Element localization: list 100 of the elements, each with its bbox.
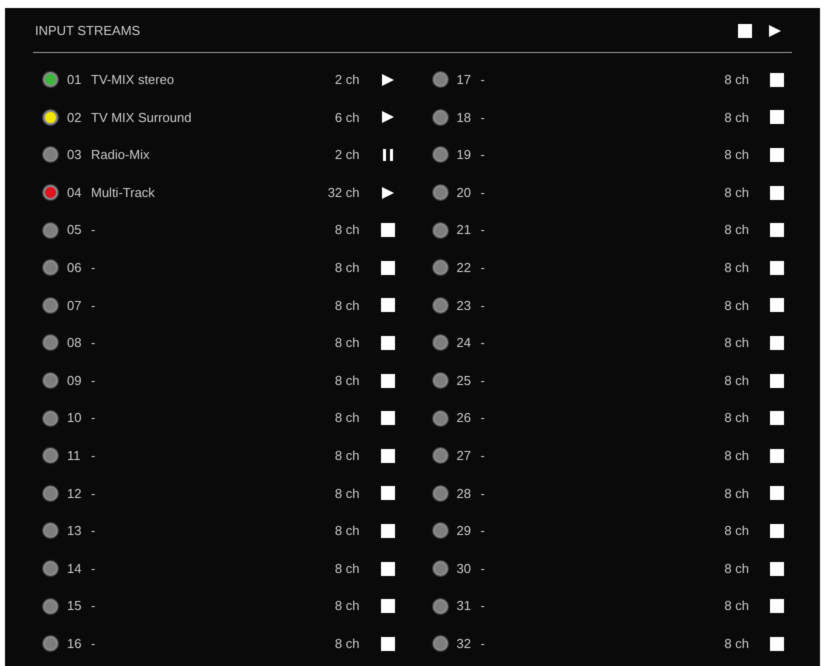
- channel-count: 6 ch: [334, 108, 360, 127]
- panel-title: INPUT STREAMS: [35, 22, 140, 40]
- channel-count: 8 ch: [724, 597, 749, 616]
- channel-count: 2 ch: [334, 71, 360, 90]
- channel-count: 8 ch: [724, 634, 749, 653]
- channel-count: 8 ch: [724, 560, 749, 578]
- stream-number: 01: [67, 71, 82, 90]
- stream-name: -: [91, 259, 96, 278]
- stream-name: -: [480, 184, 485, 202]
- stop-icon[interactable]: [770, 486, 784, 500]
- stop-icon[interactable]: [380, 411, 394, 426]
- stop-icon[interactable]: [770, 411, 784, 426]
- channel-count: 8 ch: [334, 334, 360, 352]
- stream-number: 22: [456, 259, 472, 278]
- channel-count: 8 ch: [724, 409, 749, 428]
- stop-icon[interactable]: [770, 374, 784, 388]
- stream-number: 19: [456, 146, 472, 164]
- stream-name: -: [480, 71, 485, 90]
- stream-number: 14: [67, 560, 82, 578]
- stop-icon[interactable]: [770, 186, 784, 200]
- stream-name: -: [91, 409, 96, 428]
- stop-icon[interactable]: [770, 524, 784, 538]
- stop-icon[interactable]: [380, 448, 394, 463]
- stream-number: 17: [456, 71, 472, 90]
- stop-icon[interactable]: [770, 336, 784, 350]
- stream-name: -: [480, 597, 485, 616]
- stop-icon[interactable]: [380, 336, 394, 350]
- stop-icon[interactable]: [770, 448, 784, 463]
- channel-count: 8 ch: [724, 108, 749, 127]
- stream-number: 29: [456, 522, 472, 540]
- stream-number: 08: [67, 334, 82, 352]
- stream-number: 28: [456, 484, 472, 503]
- stream-number: 05: [67, 221, 82, 240]
- stream-name: -: [480, 108, 485, 127]
- channel-count: 8 ch: [724, 296, 749, 315]
- stream-number: 30: [456, 560, 472, 578]
- stream-number: 12: [67, 484, 82, 503]
- stream-name: TV-MIX stereo: [91, 71, 174, 90]
- stream-name: -: [480, 446, 485, 465]
- channel-count: 8 ch: [334, 372, 360, 390]
- stream-number: 11: [67, 446, 82, 465]
- play-icon[interactable]: [380, 72, 394, 87]
- stop-icon[interactable]: [770, 298, 784, 312]
- channel-count: 8 ch: [724, 259, 749, 278]
- stream-number: 16: [67, 634, 82, 653]
- stream-number: 27: [456, 446, 472, 465]
- stream-name: -: [480, 372, 485, 390]
- stream-name: -: [480, 334, 485, 352]
- stream-name: Radio-Mix: [91, 146, 150, 164]
- stop-icon[interactable]: [380, 260, 394, 275]
- stream-number: 10: [67, 409, 82, 428]
- stream-number: 21: [456, 221, 472, 240]
- channel-count: 8 ch: [724, 71, 749, 90]
- stop-icon[interactable]: [380, 524, 394, 538]
- stream-name: -: [480, 259, 485, 278]
- stream-name: -: [480, 484, 485, 503]
- stream-name: -: [91, 334, 96, 352]
- stop-icon[interactable]: [380, 562, 394, 576]
- channel-count: 8 ch: [724, 146, 749, 164]
- stop-icon[interactable]: [770, 562, 784, 576]
- stream-name: -: [91, 634, 96, 653]
- channel-count: 8 ch: [334, 634, 360, 653]
- play-icon[interactable]: [768, 24, 782, 38]
- stream-name: -: [91, 560, 96, 578]
- stream-name: -: [91, 296, 96, 315]
- stop-icon[interactable]: [770, 599, 784, 614]
- stop-icon[interactable]: [380, 599, 394, 614]
- channel-count: 8 ch: [334, 597, 360, 616]
- stop-icon[interactable]: [380, 374, 394, 388]
- stream-number: 09: [67, 372, 82, 390]
- channel-count: 8 ch: [334, 221, 360, 240]
- stop-icon[interactable]: [770, 110, 784, 124]
- stream-number: 26: [456, 409, 472, 428]
- channel-count: 8 ch: [724, 334, 749, 352]
- channel-count: 8 ch: [334, 484, 360, 503]
- stream-number: 18: [456, 108, 472, 127]
- stop-icon[interactable]: [770, 260, 784, 275]
- pause-icon[interactable]: [380, 148, 394, 162]
- stream-name: TV MIX Surround: [91, 108, 192, 127]
- channel-count: 2 ch: [334, 146, 360, 164]
- stop-icon[interactable]: [380, 298, 394, 312]
- play-icon[interactable]: [380, 186, 394, 200]
- stop-icon[interactable]: [770, 72, 784, 87]
- stream-name: -: [480, 522, 485, 540]
- channel-count: 8 ch: [334, 259, 360, 278]
- stop-icon[interactable]: [770, 148, 784, 162]
- stream-name: -: [480, 560, 485, 578]
- play-icon[interactable]: [380, 110, 394, 124]
- stream-number: 25: [456, 372, 472, 390]
- stop-icon[interactable]: [770, 223, 784, 238]
- stream-number: 03: [67, 146, 82, 164]
- stream-name: -: [91, 221, 96, 240]
- stop-icon[interactable]: [770, 636, 784, 651]
- channel-count: 8 ch: [724, 446, 749, 465]
- stream-number: 31: [456, 597, 472, 616]
- channel-count: 32 ch: [328, 184, 360, 202]
- stop-icon[interactable]: [380, 223, 394, 238]
- stop-icon[interactable]: [380, 486, 394, 500]
- channel-count: 8 ch: [724, 221, 749, 240]
- stop-icon[interactable]: [380, 636, 394, 651]
